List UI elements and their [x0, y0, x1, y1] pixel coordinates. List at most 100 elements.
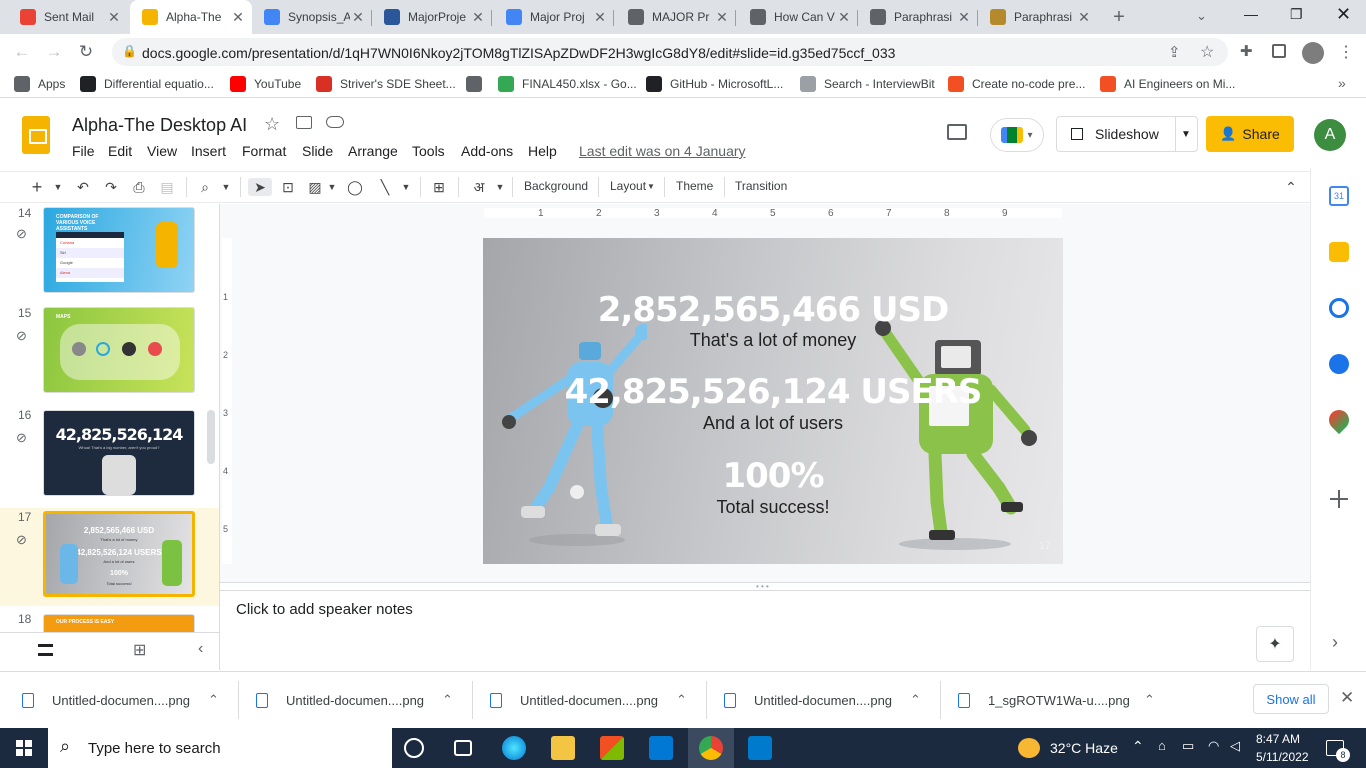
new-slide-icon[interactable]: + [28, 178, 46, 196]
tray-chevron-icon[interactable]: ⌃ [1132, 738, 1144, 755]
menu-arrange[interactable]: Arrange [348, 143, 398, 159]
reload-button[interactable]: ↻ [76, 42, 96, 62]
download-options-icon[interactable]: ⌃ [676, 692, 687, 708]
meet-button[interactable]: ▾ [990, 118, 1044, 152]
bookmark-item[interactable]: YouTube [230, 70, 301, 98]
bookmark-item[interactable]: Differential equatio... [80, 70, 214, 98]
bookmark-item[interactable]: Search - InterviewBit [800, 70, 935, 98]
browser-tab[interactable]: MAJOR Pr ✕ [616, 0, 736, 34]
tasks-icon[interactable] [1329, 298, 1349, 318]
browser-tab[interactable]: Synopsis_A ✕ [252, 0, 372, 34]
calendar-icon[interactable]: 31 [1329, 186, 1349, 206]
close-download-bar-icon[interactable]: ✕ [1340, 688, 1354, 708]
browser-tab[interactable]: Paraphrasi ✕ [978, 0, 1098, 34]
expand-side-panel-icon[interactable]: › [1332, 632, 1338, 653]
slide-thumbnail-16[interactable]: 42,825,526,124 Whoa! That's a big number… [43, 410, 195, 496]
close-tab-icon[interactable]: ✕ [230, 9, 246, 26]
cloud-saved-icon[interactable] [326, 116, 344, 128]
grid-view-icon[interactable]: ⊞ [133, 640, 146, 660]
close-tab-icon[interactable]: ✕ [956, 9, 972, 26]
slide-stat-usd-caption[interactable]: That's a lot of money [483, 330, 1063, 351]
browser-menu-icon[interactable]: ⋮ [1338, 42, 1354, 62]
filmstrip-scrollbar[interactable] [207, 410, 215, 464]
new-tab-button[interactable]: + [1108, 6, 1130, 28]
move-folder-icon[interactable] [296, 116, 312, 129]
download-item[interactable]: Untitled-documen....png ⌃ [256, 690, 466, 710]
bookmark-item[interactable] [466, 70, 490, 98]
redo-icon[interactable]: ↷ [102, 178, 120, 196]
zoom-chevron-icon[interactable]: ▼ [220, 178, 232, 196]
windows-start-icon[interactable] [16, 740, 32, 756]
menu-file[interactable]: File [72, 143, 95, 159]
slide-thumbnail-17[interactable]: 2,852,565,466 USD That's a lot of money … [43, 511, 195, 597]
forward-button[interactable]: → [44, 42, 64, 62]
slide-thumbnail-14[interactable]: COMPARISON OF VARIOUS VOICE ASSISTANTS C… [43, 207, 195, 293]
slide-thumbnail-18[interactable]: OUR PROCESS IS EASY [43, 614, 195, 632]
input-tools-chevron-icon[interactable]: ▼ [494, 178, 506, 196]
menu-slide[interactable]: Slide [302, 143, 333, 159]
extensions-icon[interactable]: ✚ [1240, 42, 1253, 60]
chrome-icon[interactable] [699, 736, 723, 760]
more-bookmarks-icon[interactable]: » [1338, 75, 1346, 91]
weather-icon[interactable] [1018, 738, 1040, 758]
close-tab-icon[interactable]: ✕ [836, 9, 852, 26]
tab-search-chevron-icon[interactable]: ⌄ [1196, 8, 1207, 24]
bookmark-item[interactable]: Striver's SDE Sheet... [316, 70, 456, 98]
browser-tab[interactable]: Alpha-The ✕ [130, 0, 252, 34]
background-button[interactable]: Background [524, 179, 588, 193]
current-slide[interactable]: 2,852,565,466 USD That's a lot of money … [483, 238, 1063, 564]
slides-logo-icon[interactable] [22, 116, 50, 154]
minimize-window-button[interactable]: — [1244, 6, 1258, 22]
clock-date[interactable]: 5/11/2022 [1256, 750, 1309, 764]
store-icon[interactable] [600, 736, 624, 760]
download-item[interactable]: Untitled-documen....png ⌃ [490, 690, 700, 710]
slide-thumbnail-15[interactable]: MAPS [43, 307, 195, 393]
close-window-button[interactable]: ✕ [1336, 4, 1351, 25]
close-tab-icon[interactable]: ✕ [350, 9, 366, 26]
theme-button[interactable]: Theme [676, 179, 713, 193]
side-panel-icon[interactable] [1272, 44, 1286, 58]
close-tab-icon[interactable]: ✕ [714, 9, 730, 26]
menu-edit[interactable]: Edit [108, 143, 132, 159]
browser-tab[interactable]: Paraphrasi ✕ [858, 0, 978, 34]
layout-button[interactable]: Layout [610, 179, 646, 193]
battery-icon[interactable]: ▭ [1182, 738, 1194, 754]
browser-tab[interactable]: Major Proj ✕ [494, 0, 614, 34]
filmstrip-view-icon[interactable] [38, 644, 53, 656]
close-tab-icon[interactable]: ✕ [1076, 9, 1092, 26]
browser-tab[interactable]: MajorProje ✕ [372, 0, 492, 34]
menu-insert[interactable]: Insert [191, 143, 226, 159]
slide-stat-usd[interactable]: 2,852,565,466 USD [483, 290, 1063, 330]
input-tools-icon[interactable]: अ [468, 178, 490, 196]
weather-text[interactable]: 32°C Haze [1050, 740, 1118, 756]
volume-icon[interactable]: ◁ [1230, 738, 1240, 754]
profile-avatar[interactable] [1302, 42, 1324, 64]
slide-stat-percent-caption[interactable]: Total success! [483, 497, 1063, 518]
slideshow-button[interactable]: Slideshow ▼ [1056, 116, 1198, 152]
line-chevron-icon[interactable]: ▼ [400, 178, 412, 196]
last-edit-link[interactable]: Last edit was on 4 January [579, 143, 746, 159]
slide-stat-users[interactable]: 42,825,526,124 USERS [483, 372, 1063, 412]
select-cursor-icon[interactable]: ➤ [248, 178, 272, 196]
get-addons-icon[interactable] [1338, 490, 1340, 508]
download-options-icon[interactable]: ⌃ [1144, 692, 1155, 708]
paint-format-icon[interactable]: ▤ [158, 178, 176, 196]
bookmark-item[interactable]: AI Engineers on Mi... [1100, 70, 1235, 98]
file-explorer-icon[interactable] [551, 736, 575, 760]
bookmark-star-icon[interactable]: ☆ [1200, 42, 1214, 62]
taskbar-search-box[interactable]: ⌕ Type here to search [48, 728, 392, 768]
restore-window-button[interactable]: ❐ [1290, 6, 1303, 23]
collapse-filmstrip-icon[interactable]: ‹ [198, 640, 203, 658]
download-item[interactable]: Untitled-documen....png ⌃ [22, 690, 232, 710]
menu-addons[interactable]: Add-ons [461, 143, 513, 159]
menu-tools[interactable]: Tools [412, 143, 445, 159]
comment-add-icon[interactable]: ⊞ [430, 178, 448, 196]
speaker-notes-placeholder[interactable]: Click to add speaker notes [236, 601, 413, 618]
star-icon[interactable]: ☆ [264, 114, 280, 135]
slideshow-options-icon[interactable]: ▼ [1181, 129, 1191, 140]
show-all-downloads-button[interactable]: Show all [1253, 684, 1329, 714]
share-button[interactable]: 👤 Share [1206, 116, 1294, 152]
menu-help[interactable]: Help [528, 143, 557, 159]
bookmark-item[interactable]: FINAL450.xlsx - Go... [498, 70, 637, 98]
close-tab-icon[interactable]: ✕ [592, 9, 608, 26]
